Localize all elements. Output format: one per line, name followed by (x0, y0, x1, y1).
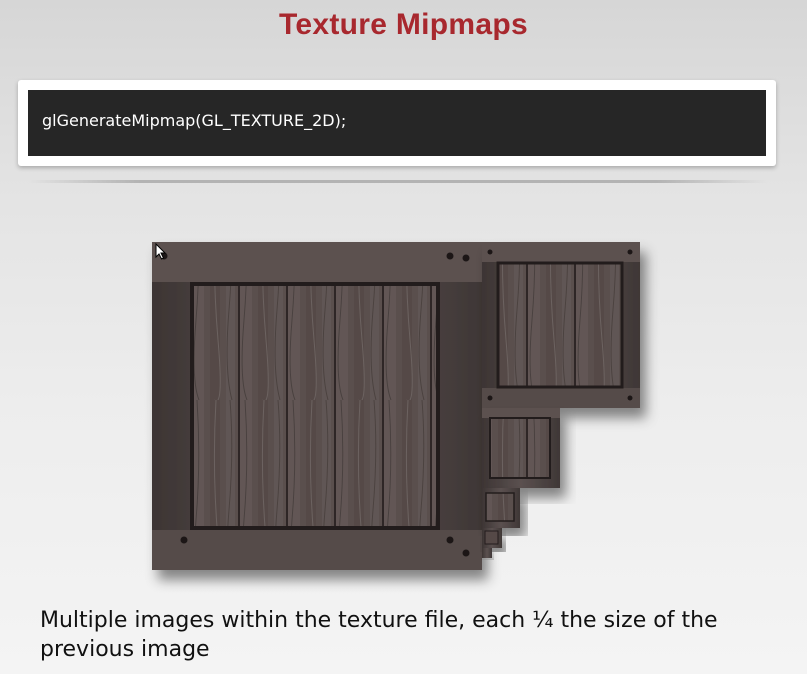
mipmap-level-5 (482, 548, 492, 558)
mipmap-level-2 (482, 408, 560, 488)
mipmap-level-4 (482, 528, 502, 548)
mipmap-level-0 (152, 242, 482, 570)
slide-caption: Multiple images within the texture file,… (40, 608, 718, 662)
mipmap-level-1 (482, 242, 640, 408)
mipmap-level-3 (482, 488, 520, 528)
mipmap-crate-figure (152, 242, 640, 570)
mouse-pointer-icon (155, 243, 167, 260)
